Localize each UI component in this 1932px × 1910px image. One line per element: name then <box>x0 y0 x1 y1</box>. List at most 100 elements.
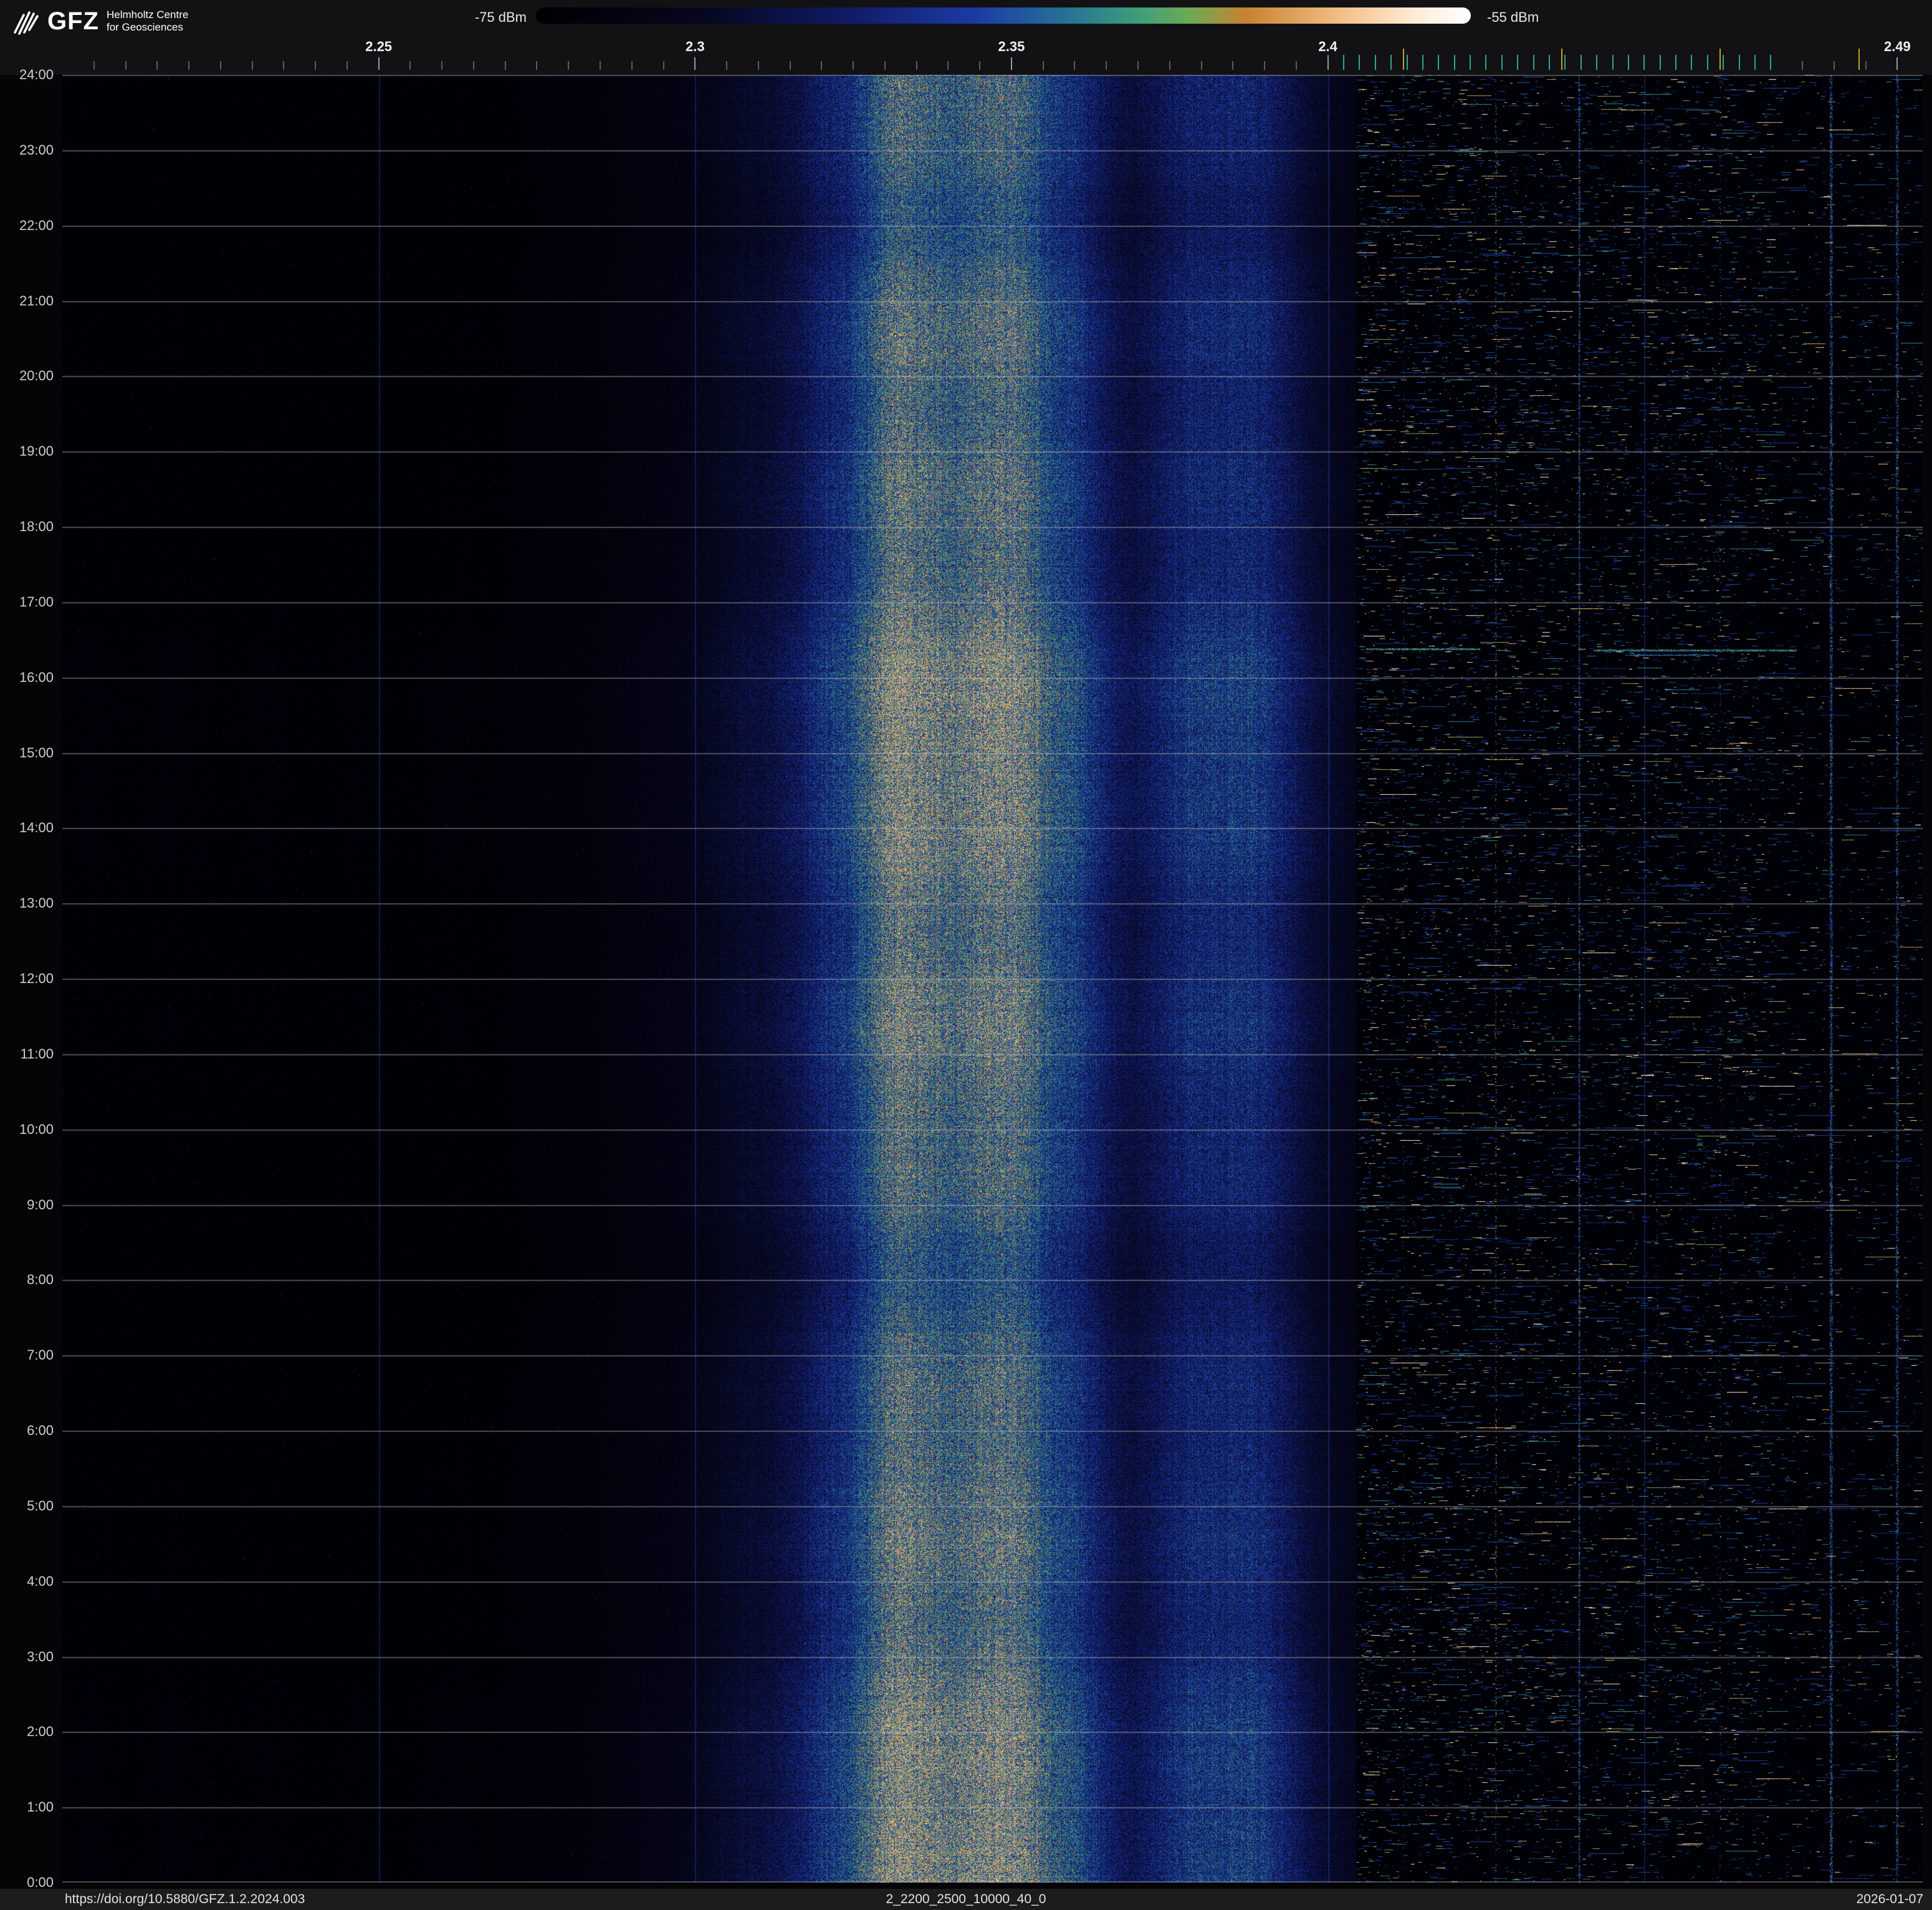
wifi-channel-tick <box>1627 55 1629 70</box>
wifi-channel-tick <box>1406 55 1408 70</box>
freq-minor-tick <box>789 61 791 70</box>
wifi-channel-tick <box>1643 55 1645 70</box>
wifi-channel-tick <box>1470 55 1471 70</box>
time-axis-label: 1:00 <box>27 1799 54 1815</box>
time-axis-label: 16:00 <box>19 669 54 685</box>
marker-tick <box>1858 49 1860 70</box>
freq-minor-tick <box>568 61 570 70</box>
date-label: 2026-01-07 <box>1856 1892 1923 1906</box>
time-axis-label: 3:00 <box>27 1648 54 1664</box>
freq-major-tick <box>1010 57 1012 70</box>
time-axis-label: 12:00 <box>19 971 54 986</box>
wifi-channel-tick <box>1453 55 1455 70</box>
wifi-channel-tick <box>1596 55 1598 70</box>
time-axis-label: 4:00 <box>27 1573 54 1589</box>
time-axis-label: 6:00 <box>27 1423 54 1438</box>
freq-minor-tick <box>536 61 538 70</box>
freq-axis-label: 2.35 <box>998 39 1025 54</box>
dataset-id: 2_2200_2500_10000_40_0 <box>886 1892 1046 1906</box>
time-axis-label: 17:00 <box>19 593 54 610</box>
freq-major-tick <box>378 57 380 70</box>
wifi-channel-tick <box>1374 55 1376 70</box>
freq-axis-label: 2.49 <box>1883 39 1911 54</box>
wifi-channel-tick <box>1501 55 1503 70</box>
time-axis-label: 19:00 <box>19 443 54 459</box>
freq-major-tick <box>1896 57 1898 70</box>
footer-bar: https://doi.org/10.5880/GFZ.1.2.2024.003… <box>0 1889 1932 1910</box>
freq-minor-tick <box>156 61 158 70</box>
time-axis-label: 15:00 <box>19 744 54 761</box>
freq-minor-tick <box>1802 61 1804 70</box>
freq-minor-tick <box>821 61 823 70</box>
time-axis-label: 21:00 <box>19 292 54 309</box>
freq-minor-tick <box>979 61 981 70</box>
freq-minor-tick <box>1106 61 1107 70</box>
freq-minor-tick <box>1042 61 1044 70</box>
freq-minor-tick <box>884 61 886 70</box>
time-axis-label: 23:00 <box>19 142 54 158</box>
freq-minor-tick <box>1074 61 1076 70</box>
freq-axis-label: 2.25 <box>365 39 393 54</box>
freq-minor-tick <box>472 61 474 70</box>
wifi-channel-tick <box>1770 55 1772 70</box>
wifi-channel-tick <box>1422 55 1423 70</box>
wifi-channel-tick <box>1533 55 1534 70</box>
time-axis-label: 18:00 <box>19 519 54 534</box>
wifi-channel-tick <box>1564 55 1566 70</box>
marker-tick <box>1561 49 1563 70</box>
time-axis-label: 2:00 <box>27 1724 54 1740</box>
wifi-channel-tick <box>1548 55 1550 70</box>
freq-minor-tick <box>188 61 190 70</box>
freq-minor-tick <box>757 61 759 70</box>
wifi-channel-tick <box>1723 55 1724 70</box>
time-axis-label: 14:00 <box>19 820 54 836</box>
time-axis-label: 20:00 <box>19 368 54 384</box>
time-axis-label: 7:00 <box>27 1347 54 1363</box>
wifi-channel-tick <box>1612 55 1614 70</box>
time-axis-label: 13:00 <box>19 895 54 911</box>
wifi-channel-tick <box>1359 55 1361 70</box>
freq-minor-tick <box>1200 61 1202 70</box>
freq-major-tick <box>694 57 696 70</box>
freq-minor-tick <box>1264 61 1266 70</box>
marker-tick <box>1719 49 1721 70</box>
time-axis-label: 10:00 <box>19 1121 54 1137</box>
freq-axis-label: 2.4 <box>1318 39 1337 54</box>
freq-minor-tick <box>1169 61 1170 70</box>
time-axis-label: 22:00 <box>19 217 54 233</box>
time-axis-label: 8:00 <box>27 1272 54 1288</box>
freq-minor-tick <box>631 61 633 70</box>
freq-axis-label: 2.3 <box>686 39 705 54</box>
freq-minor-tick <box>1137 61 1139 70</box>
freq-minor-tick <box>1295 61 1297 70</box>
wifi-channel-tick <box>1580 55 1582 70</box>
wifi-channel-tick <box>1659 55 1661 70</box>
wifi-channel-tick <box>1706 55 1708 70</box>
freq-minor-tick <box>93 61 95 70</box>
freq-minor-tick <box>441 61 443 70</box>
freq-minor-tick <box>125 61 127 70</box>
marker-tick <box>1403 49 1405 70</box>
freq-minor-tick <box>1833 61 1835 70</box>
spectrogram-app: GFZ Helmholtz Centre for Geosciences -75… <box>0 0 1932 1910</box>
freq-minor-tick <box>662 61 664 70</box>
freq-minor-tick <box>219 61 221 70</box>
freq-major-tick <box>1327 57 1329 70</box>
wifi-channel-tick <box>1342 55 1344 70</box>
freq-minor-tick <box>346 61 348 70</box>
freq-minor-tick <box>947 61 949 70</box>
wifi-channel-tick <box>1390 55 1392 70</box>
spectrogram-canvas <box>62 75 1923 1883</box>
wifi-channel-tick <box>1485 55 1487 70</box>
wifi-channel-tick <box>1438 55 1440 70</box>
time-axis-label: 9:00 <box>27 1196 54 1212</box>
freq-minor-tick <box>726 61 728 70</box>
wifi-channel-tick <box>1675 55 1677 70</box>
freq-minor-tick <box>251 61 253 70</box>
wifi-channel-tick <box>1738 55 1740 70</box>
freq-minor-tick <box>283 61 285 70</box>
time-axis-label: 24:00 <box>19 67 54 82</box>
wifi-channel-tick <box>1754 55 1756 70</box>
freq-minor-tick <box>1865 61 1867 70</box>
time-axis-label: 5:00 <box>27 1497 54 1514</box>
